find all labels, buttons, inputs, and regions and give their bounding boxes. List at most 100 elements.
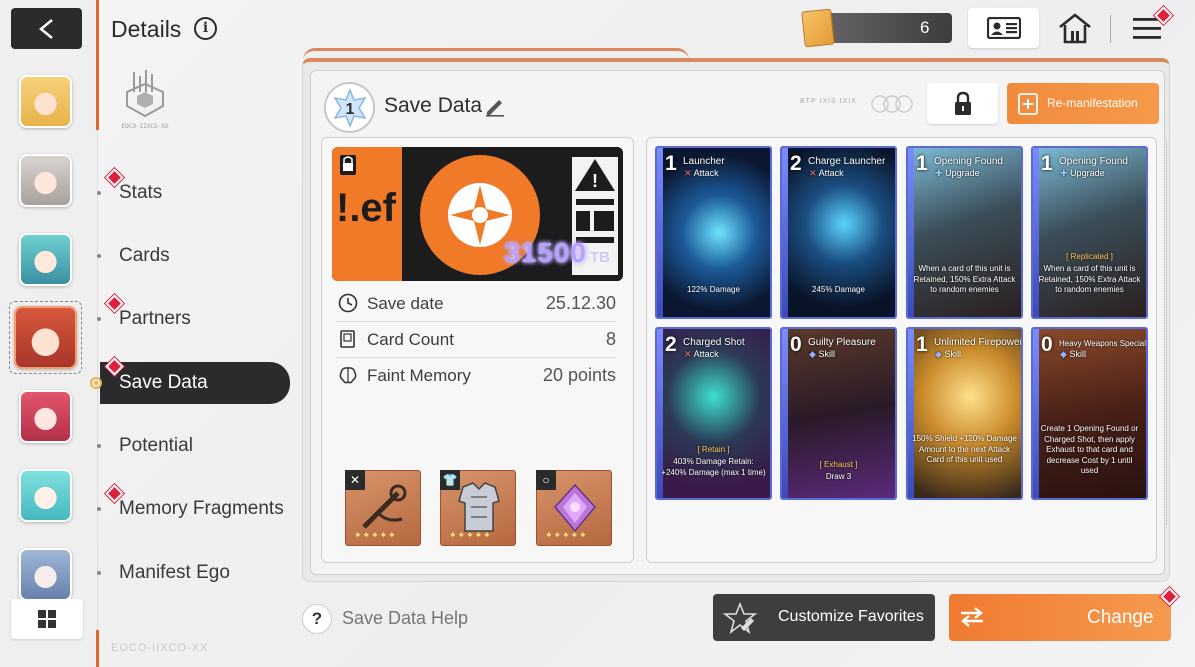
nav-stats[interactable]: Stats — [97, 172, 290, 214]
help-icon[interactable]: ? — [302, 604, 332, 634]
home-button[interactable] — [1053, 8, 1097, 48]
grid-view-button[interactable] — [11, 599, 83, 639]
card-cost: 2 — [665, 333, 677, 356]
bullet-icon — [97, 191, 101, 195]
character-avatar[interactable] — [19, 75, 72, 128]
card-type-label: Skill — [818, 349, 835, 359]
character-avatar[interactable] — [19, 469, 72, 522]
card-type-label: Upgrade — [945, 168, 980, 178]
brand-mark: BTP IXIS IXIX — [800, 98, 857, 105]
swap-arrows-icon — [961, 607, 983, 627]
stat-row-card-count: Card Count 8 — [336, 322, 616, 358]
card-edge — [908, 329, 914, 498]
change-label: Change — [1087, 607, 1154, 628]
svg-text:EOCO-IIXCO-XX: EOCO-IIXCO-XX — [122, 123, 169, 130]
nav-label: Manifest Ego — [119, 562, 230, 583]
card-name: Charged Shot — [683, 337, 745, 348]
nav-manifest-ego[interactable]: Manifest Ego — [97, 552, 290, 594]
clock-icon — [338, 293, 358, 313]
card-type: ✕ Attack — [809, 168, 844, 178]
nav-cards[interactable]: Cards — [97, 235, 290, 277]
bullet-icon — [97, 444, 101, 448]
character-avatar-selected[interactable] — [14, 306, 77, 369]
id-card-icon — [986, 17, 1021, 39]
card-name: Opening Found — [934, 156, 1003, 167]
card-description: When a card of this unit is Retained, 15… — [1038, 264, 1141, 294]
nav-potential[interactable]: Potential — [97, 425, 290, 467]
card-type: ✚ Upgrade — [935, 168, 980, 178]
crystal-art-icon — [554, 483, 596, 533]
card-type: ✚ Upgrade — [1060, 168, 1105, 178]
profile-button[interactable] — [968, 8, 1039, 48]
deck-card[interactable]: 1 Unlimited Firepower ◆ Skill 150% Shiel… — [906, 327, 1023, 500]
deck-card[interactable]: 1 Opening Found ✚ Upgrade When a card of… — [906, 146, 1023, 319]
card-tag: [ Replicated ] — [1066, 252, 1113, 261]
deck-card[interactable]: 1 Launcher ✕ Attack 122% Damage — [655, 146, 772, 319]
customize-favorites-button[interactable]: Customize Favorites — [713, 594, 935, 641]
equipment-slot-armor[interactable]: 👕 ✦✦✦✦✦ — [440, 470, 516, 546]
nav-memory-fragments[interactable]: Memory Fragments — [97, 488, 290, 530]
active-indicator-icon — [90, 377, 102, 389]
card-cost: 1 — [665, 152, 677, 175]
lock-button[interactable] — [927, 83, 998, 124]
game-logo-icon: EOCO-IIXCO-XX — [122, 70, 169, 130]
card-type-label: Attack — [693, 349, 719, 359]
card-description: 122% Damage — [687, 285, 740, 294]
help-link[interactable]: Save Data Help — [342, 608, 468, 629]
deck-card[interactable]: 0 Guilty Pleasure ◆ Skill [ Exhaust ] Dr… — [780, 327, 897, 500]
card-icon — [340, 330, 355, 348]
card-description: Create 1 Opening Found or Charged Shot, … — [1040, 424, 1139, 475]
character-avatar[interactable] — [19, 390, 72, 443]
pencil-edit-icon[interactable] — [484, 95, 506, 117]
card-name: Guilty Pleasure — [808, 337, 876, 348]
scrollbar-track[interactable] — [1166, 140, 1167, 525]
equipment-slot-weapon[interactable]: ✕ ✦✦✦✦✦ — [345, 470, 421, 546]
remanifest-icon — [1018, 93, 1038, 115]
lock-icon — [954, 91, 971, 115]
home-icon — [1059, 13, 1091, 44]
nav-partners[interactable]: Partners — [97, 298, 290, 340]
card-cost: 0 — [790, 333, 802, 356]
svg-text:1: 1 — [345, 101, 354, 118]
card-type: ◆ Skill — [1060, 349, 1086, 359]
remanifestation-button[interactable]: Re-manifestation — [1007, 83, 1159, 124]
equipment-slot-ring[interactable]: ○ ✦✦✦✦✦ — [536, 470, 612, 546]
info-icon[interactable]: i — [194, 17, 217, 40]
deck-card[interactable]: 1 Opening Found ✚ Upgrade [ Replicated ]… — [1031, 146, 1148, 319]
deck-card[interactable]: 2 Charge Launcher ✕ Attack 245% Damage — [780, 146, 897, 319]
card-type: ◆ Skill — [935, 349, 961, 359]
tb-unit: TB — [590, 249, 610, 266]
character-avatar[interactable] — [19, 233, 72, 286]
bullet-icon — [97, 507, 101, 511]
stat-row-faint-memory: Faint Memory 20 points — [336, 358, 616, 394]
deck-card[interactable]: 0 Heavy Weapons Specialist ◆ Skill Creat… — [1031, 327, 1148, 500]
nav-label: Stats — [119, 182, 163, 203]
card-name: Charge Launcher — [808, 156, 886, 167]
card-description: 150% Shield +120% Damage Amount to the n… — [912, 434, 1017, 464]
bullet-icon — [97, 571, 101, 575]
tb-value: 31500 — [504, 237, 587, 268]
card-description: 245% Damage — [812, 285, 865, 294]
card-cost: 1 — [1041, 152, 1053, 175]
card-type-label: Skill — [944, 349, 961, 359]
back-button[interactable] — [11, 8, 82, 49]
divider — [1110, 15, 1111, 43]
card-cost: 2 — [790, 152, 802, 175]
star-badge-icon: 1 — [333, 87, 366, 128]
character-avatar[interactable] — [19, 548, 72, 601]
change-button[interactable]: Change — [949, 594, 1171, 641]
rarity-stars-icon: ✦✦✦✦✦ — [354, 530, 397, 540]
card-cost: 1 — [916, 152, 928, 175]
character-avatar[interactable] — [19, 154, 72, 207]
card-description: When a card of this unit is Retained, 15… — [913, 264, 1016, 294]
armor-art-icon — [458, 482, 500, 532]
stat-label: Save date — [367, 294, 444, 313]
nav-save-data[interactable]: Save Data — [100, 362, 290, 404]
deck-card[interactable]: 2 Charged Shot ✕ Attack [ Retain ] 403% … — [655, 327, 772, 500]
svg-text:!.ef: !.ef — [336, 186, 397, 230]
grid-icon — [38, 610, 56, 628]
card-type-label: Attack — [693, 168, 719, 178]
card-name: Launcher — [683, 156, 725, 167]
nav-label: Memory Fragments — [119, 498, 284, 519]
stat-value: 25.12.30 — [545, 293, 616, 313]
